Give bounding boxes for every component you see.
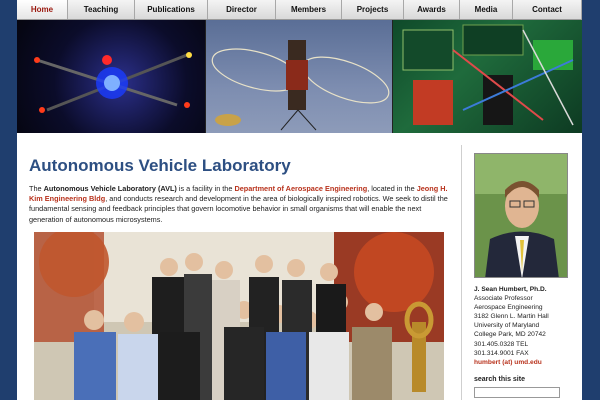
- nav-director[interactable]: Director: [208, 0, 276, 19]
- group-photo: [34, 232, 444, 400]
- email-link[interactable]: humbert (at) umd.edu: [474, 358, 579, 367]
- contact-line: 3182 Glenn L. Martin Hall: [474, 313, 549, 321]
- intro-text: The: [29, 184, 44, 193]
- page-title: Autonomous Vehicle Laboratory: [29, 156, 291, 175]
- director-portrait: [474, 153, 568, 278]
- flapping-robot-photo: [205, 20, 393, 133]
- contact-line: Associate Professor: [474, 295, 533, 303]
- department-link[interactable]: Department of Aerospace Engineering: [234, 184, 367, 193]
- fax-line: 301.314.9001 FAX: [474, 349, 529, 357]
- intro-text: , located in the: [367, 184, 417, 193]
- contact-line: University of Maryland: [474, 322, 540, 330]
- contact-line: College Park, MD 20742: [474, 331, 546, 339]
- nav-media[interactable]: Media: [460, 0, 513, 19]
- phone-line: 301.405.0328 TEL: [474, 340, 529, 348]
- quadrotor-photo: [17, 20, 205, 133]
- director-contact: J. Sean Humbert, Ph.D. Associate Profess…: [474, 285, 579, 367]
- nav-projects[interactable]: Projects: [342, 0, 404, 19]
- lab-name: Autonomous Vehicle Laboratory (AVL): [43, 184, 177, 193]
- page-container: Home Teaching Publications Director Memb…: [17, 0, 582, 400]
- circuit-board-photo: [393, 20, 582, 133]
- director-name: J. Sean Humbert, Ph.D.: [474, 286, 547, 293]
- intro-text: is a facility in the: [176, 184, 235, 193]
- nav-home[interactable]: Home: [17, 0, 68, 19]
- nav-awards[interactable]: Awards: [404, 0, 460, 19]
- nav-teaching[interactable]: Teaching: [68, 0, 135, 19]
- search-input[interactable]: [474, 387, 560, 398]
- search-label: search this site: [474, 376, 525, 383]
- top-nav: Home Teaching Publications Director Memb…: [17, 0, 582, 20]
- header-banner: [17, 20, 582, 133]
- nav-publications[interactable]: Publications: [135, 0, 208, 19]
- nav-contact[interactable]: Contact: [513, 0, 582, 19]
- contact-line: Aerospace Engineering: [474, 304, 543, 312]
- nav-members[interactable]: Members: [276, 0, 342, 19]
- column-divider: [461, 145, 462, 400]
- intro-paragraph: The Autonomous Vehicle Laboratory (AVL) …: [29, 184, 454, 225]
